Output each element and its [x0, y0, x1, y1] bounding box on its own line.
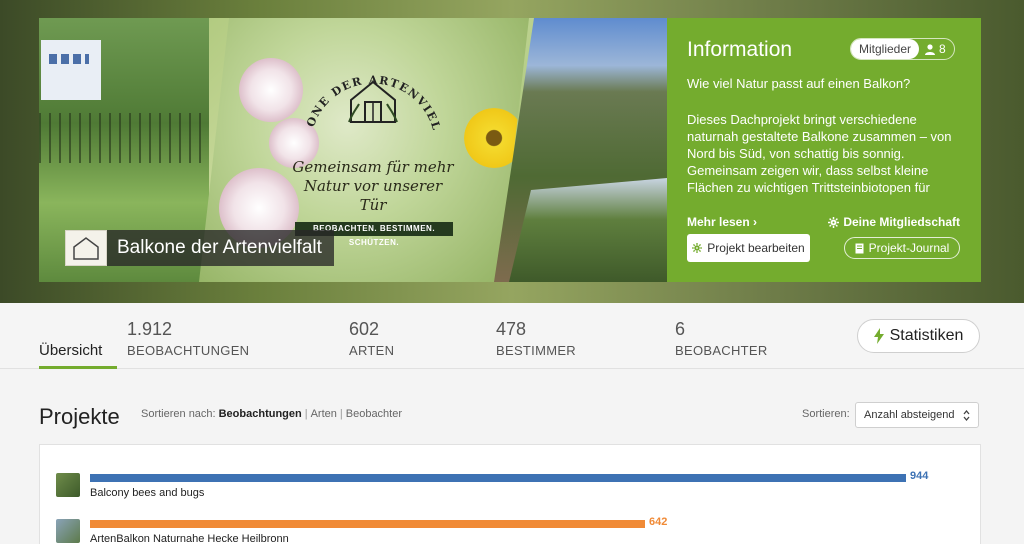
- observation-bar: [90, 520, 645, 528]
- project-journal-button[interactable]: Projekt-Journal: [844, 237, 960, 259]
- stat-species[interactable]: 602 ARTEN: [349, 319, 394, 358]
- project-name[interactable]: ArtenBalkon Naturnahe Hecke Heilbronn: [90, 533, 289, 544]
- project-logo: BALKONE DER ARTENVIELFALT Gemeinsam für …: [283, 26, 463, 247]
- observation-count: 944: [910, 470, 929, 482]
- sort-label: Sortieren:: [802, 408, 850, 420]
- lightning-icon: [873, 328, 884, 344]
- sort-option-observers[interactable]: Beobachter: [346, 408, 402, 420]
- read-more-link[interactable]: Mehr lesen ›: [687, 215, 757, 229]
- statistics-button[interactable]: Statistiken: [857, 319, 980, 353]
- projects-heading: Projekte: [39, 404, 120, 429]
- sort-by-options: Sortieren nach: Beobachtungen | Arten | …: [141, 408, 403, 420]
- info-panel: Information Mitglieder 8 Wie viel Natur …: [667, 18, 981, 282]
- edit-project-button[interactable]: Projekt bearbeiten: [687, 234, 810, 262]
- project-name: Balkone der Artenvielfalt: [107, 230, 334, 266]
- info-question: Wie viel Natur passt auf einen Balkon?: [687, 76, 911, 91]
- project-banner: BALKONE DER ARTENVIELFALT Gemeinsam für …: [39, 18, 667, 282]
- stats-bar: Übersicht 1.912 BEOBACHTUNGEN 602 ARTEN …: [0, 303, 1024, 369]
- mini-logo-icon: [65, 230, 107, 266]
- observation-bar: [90, 474, 906, 482]
- house-icon: [348, 80, 398, 123]
- logo-tagline: Gemeinsam für mehr Natur vor unserer Tür: [292, 158, 454, 214]
- stat-observations[interactable]: 1.912 BEOBACHTUNGEN: [127, 319, 249, 358]
- observation-count: 642: [649, 516, 668, 528]
- chevron-updown-icon: [963, 409, 970, 421]
- members-count: 8: [939, 42, 946, 56]
- project-thumbnail: [56, 519, 80, 543]
- stat-observers[interactable]: 6 BEOBACHTER: [675, 319, 768, 358]
- sort-option-species[interactable]: Arten: [311, 408, 337, 420]
- projects-list: 944 Balcony bees and bugs 642 ArtenBalko…: [39, 444, 981, 544]
- gear-icon: [828, 216, 840, 228]
- person-icon: [925, 43, 936, 55]
- members-label: Mitglieder: [851, 39, 920, 59]
- members-badge[interactable]: Mitglieder 8: [850, 38, 955, 60]
- sort-order-select[interactable]: Anzahl absteigend: [855, 402, 979, 428]
- project-name[interactable]: Balcony bees and bugs: [90, 487, 204, 499]
- balcony-photo-right: [509, 178, 667, 282]
- sort-option-observations[interactable]: Beobachtungen: [219, 408, 302, 420]
- tab-overview[interactable]: Übersicht: [39, 342, 102, 359]
- info-title: Information: [687, 38, 793, 61]
- membership-link[interactable]: Deine Mitgliedschaft: [828, 215, 960, 229]
- active-tab-indicator: [39, 366, 117, 369]
- gear-icon: [692, 243, 703, 253]
- info-description: Dieses Dachprojekt bringt verschiedene n…: [687, 112, 952, 195]
- project-thumbnail: [56, 473, 80, 497]
- banner-title: Balkone der Artenvielfalt: [65, 230, 334, 266]
- journal-icon: [855, 243, 864, 253]
- stat-identifiers[interactable]: 478 BESTIMMER: [496, 319, 576, 358]
